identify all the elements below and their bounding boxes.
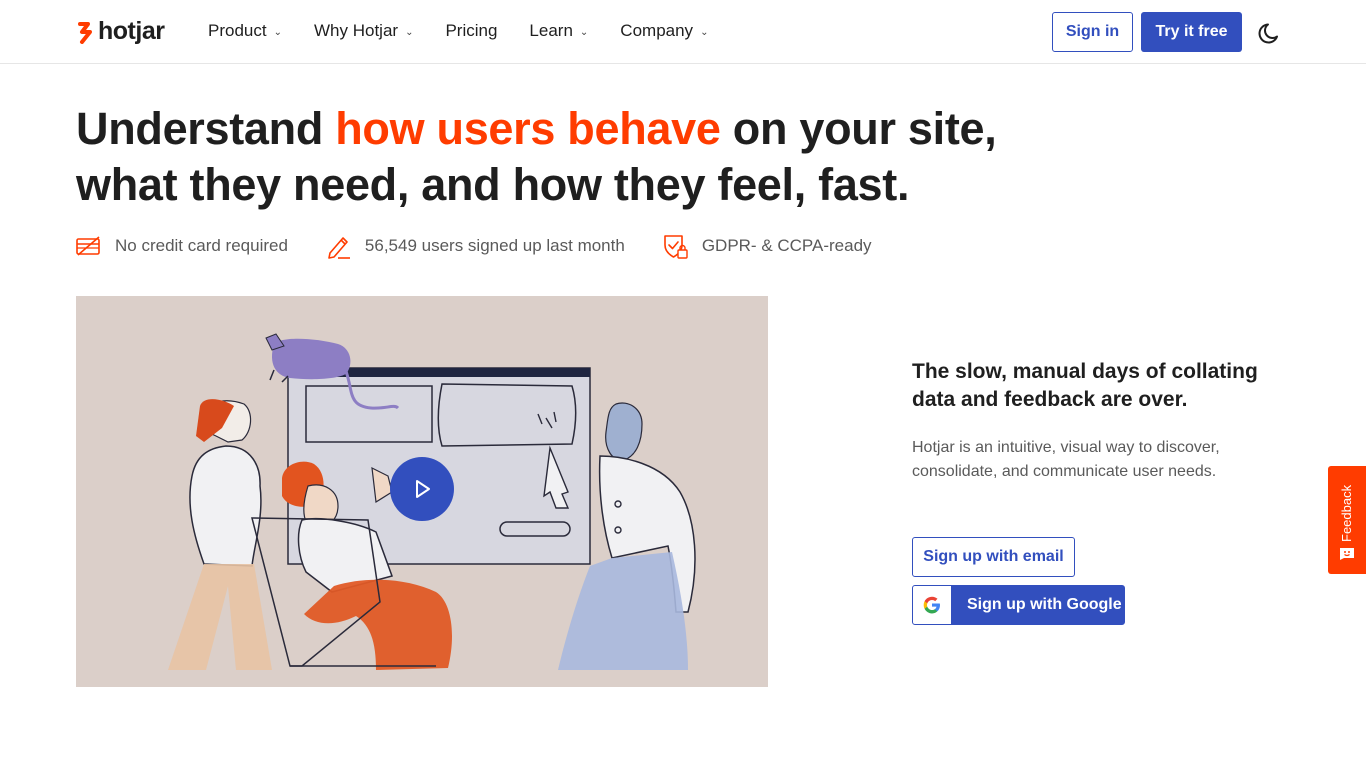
play-button[interactable] — [390, 457, 454, 521]
chevron-down-icon: ⌄ — [273, 26, 282, 38]
sign-up-email-button[interactable]: Sign up with email — [912, 537, 1075, 577]
badge-no-credit-card: No credit card required — [76, 233, 288, 259]
google-logo-box — [913, 586, 951, 624]
try-it-free-button[interactable]: Try it free — [1141, 12, 1242, 52]
nav-label: Learn — [529, 21, 573, 40]
badge-users-signed-up: 56,549 users signed up last month — [326, 233, 625, 259]
side-heading: The slow, manual days of collating data … — [912, 360, 1258, 411]
feedback-face-icon — [1340, 548, 1354, 560]
top-navigation-bar: hotjar Product ⌄ Why Hotjar ⌄ Pricing Le… — [0, 0, 1366, 64]
chevron-down-icon: ⌄ — [579, 26, 589, 38]
hotjar-logo-icon — [78, 21, 92, 44]
sign-up-google-button[interactable]: Sign up with Google — [912, 585, 1125, 625]
logo-text: hotjar — [98, 17, 165, 45]
hero-heading-part1: Understand — [76, 103, 336, 154]
feedback-tab[interactable]: Feedback — [1328, 466, 1366, 574]
nav-label: Pricing — [445, 21, 498, 40]
nav-label: Why Hotjar — [313, 21, 399, 40]
google-button-label: Sign up with Google — [967, 596, 1122, 613]
nav-label: Product — [208, 21, 267, 40]
nav-item-why-hotjar[interactable]: Why Hotjar ⌄ — [314, 21, 413, 41]
side-description: Hotjar is an intuitive, visual way to di… — [912, 439, 1220, 480]
hero-heading: Understand how users behave on your site… — [76, 101, 1036, 213]
sign-in-button[interactable]: Sign in — [1052, 12, 1133, 52]
badge-text: No credit card required — [115, 236, 288, 255]
chevron-down-icon: ⌄ — [405, 26, 414, 38]
moon-icon — [1258, 23, 1278, 44]
nav-item-company[interactable]: Company ⌄ — [620, 21, 708, 41]
nav-item-learn[interactable]: Learn ⌄ — [529, 21, 588, 41]
credit-card-crossed-icon — [76, 236, 100, 256]
dark-mode-toggle[interactable] — [1256, 19, 1284, 47]
nav-item-product[interactable]: Product ⌄ — [208, 21, 282, 41]
main-nav: Product ⌄ Why Hotjar ⌄ Pricing Learn ⌄ C… — [208, 21, 740, 41]
nav-label: Company — [620, 21, 694, 40]
shield-lock-icon — [664, 235, 688, 259]
badge-gdpr: GDPR- & CCPA-ready — [663, 233, 872, 259]
pencil-icon — [328, 237, 350, 259]
chevron-down-icon: ⌄ — [700, 26, 709, 38]
product-video[interactable] — [76, 296, 768, 687]
play-icon — [416, 480, 430, 498]
feedback-label: Feedback — [1339, 484, 1354, 542]
trust-badges: No credit card required 56,549 users sig… — [76, 233, 910, 259]
badge-text: GDPR- & CCPA-ready — [701, 236, 872, 255]
hotjar-logo[interactable]: hotjar — [76, 17, 165, 46]
hero-heading-accent: how users behave — [335, 103, 721, 154]
badge-text: 56,549 users signed up last month — [364, 236, 625, 255]
nav-item-pricing[interactable]: Pricing — [445, 21, 497, 41]
google-icon — [923, 596, 940, 614]
